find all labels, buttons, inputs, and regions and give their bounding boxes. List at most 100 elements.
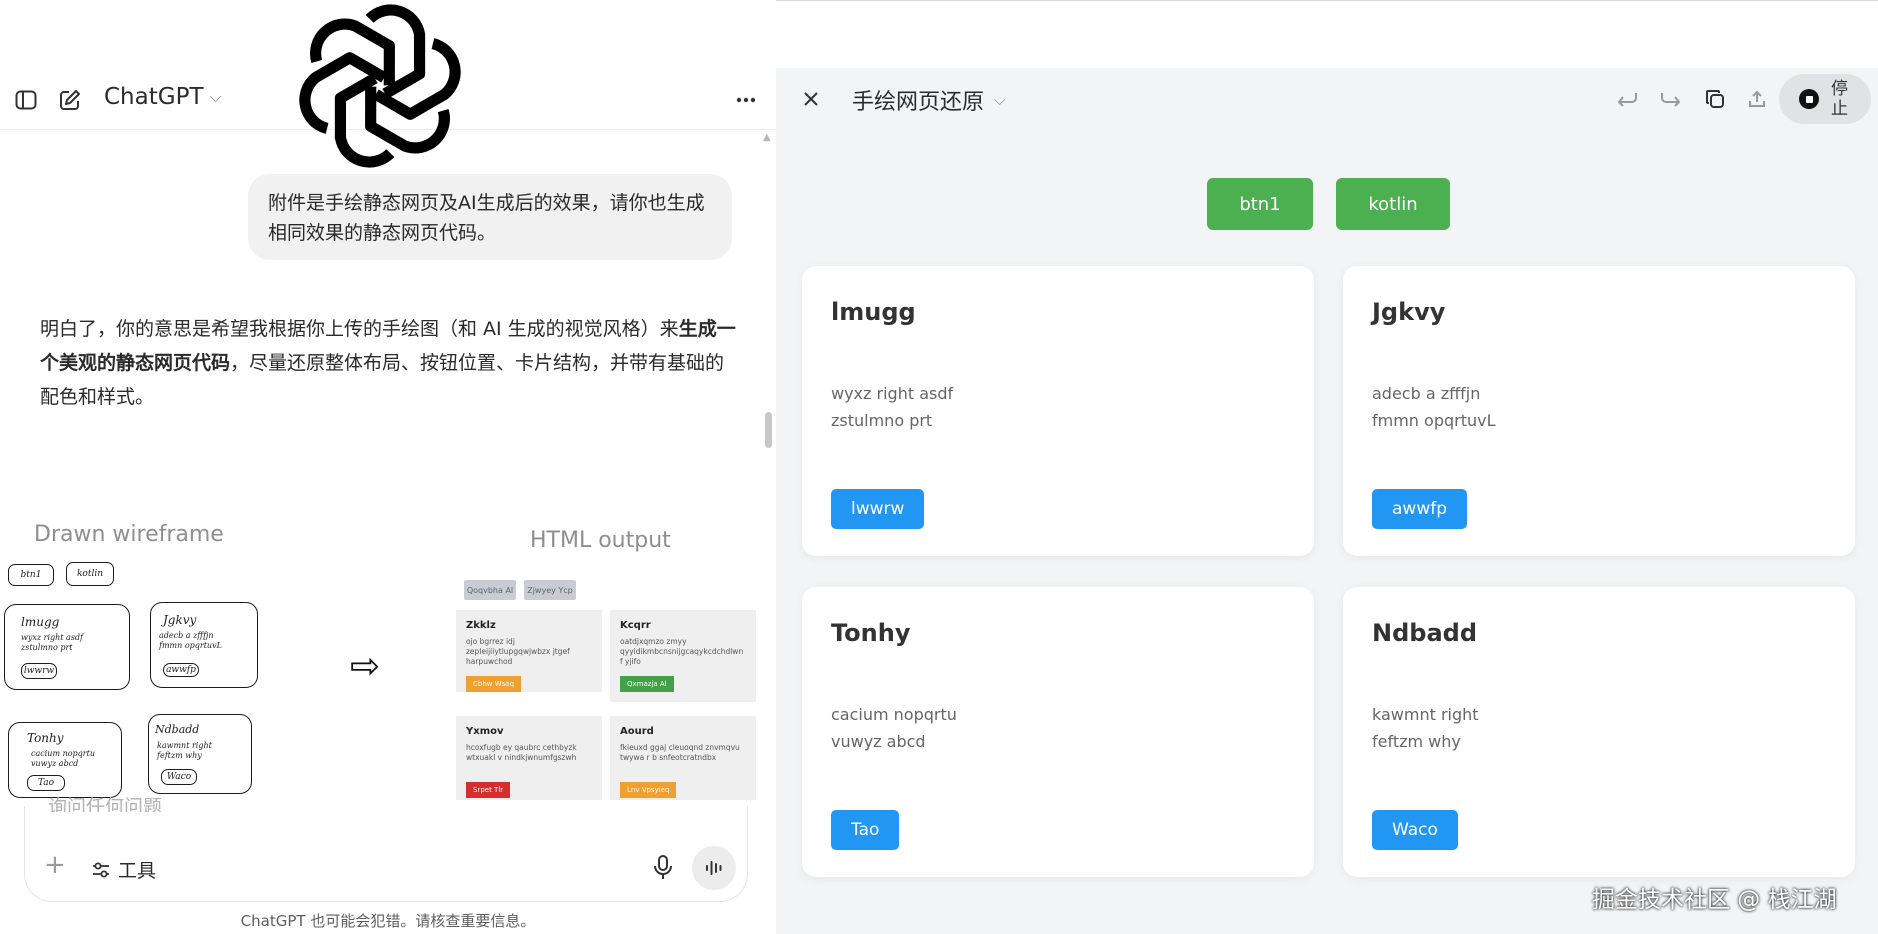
scroll-up-arrow-icon[interactable]: ▲ xyxy=(763,132,771,143)
openai-logo-icon xyxy=(286,0,474,172)
drawn-wireframe-label: Drawn wireframe xyxy=(34,522,224,547)
card-title: Jgkvy xyxy=(1372,298,1446,326)
undo-icon[interactable] xyxy=(1612,84,1642,114)
card-text: zstulmno prt xyxy=(831,411,933,430)
disclaimer-text: ChatGPT 也可能会犯错。请核查重要信息。 xyxy=(240,912,536,930)
sketch-card-line: kawmnt right xyxy=(157,741,212,750)
output-card: Zkklz ojo bgrrez idj zepleijiiytlupgqwjw… xyxy=(456,610,602,692)
sketch-card-title: Jgkvy xyxy=(163,613,197,627)
sketch-card: Jgkvy adecb a zfffjn fmmn opqrtuvL awwfp xyxy=(150,602,258,688)
output-card-body: hcoxfugb ey qaubrc cethbyzk wtxuakl v ni… xyxy=(466,743,577,762)
card-title: lmugg xyxy=(831,298,916,326)
card-button[interactable]: Tao xyxy=(831,810,900,850)
sketch-card-line: fmmn opqrtuvL xyxy=(159,641,222,650)
sketch-card-title: Ndbadd xyxy=(155,723,200,736)
sketch-card-line: wyxz right asdf xyxy=(21,633,84,642)
output-card-title: Aourd xyxy=(620,726,654,737)
stop-label: 停止 xyxy=(1831,79,1848,119)
preview-button-btn1[interactable]: btn1 xyxy=(1207,178,1313,230)
chat-input-box[interactable] xyxy=(24,806,748,902)
user-message-bubble: 附件是手绘静态网页及AI生成后的效果，请你也生成相同效果的静态网页代码。 xyxy=(248,174,732,260)
output-card-button: Lnv Vpsyieq xyxy=(620,782,677,798)
output-card: Kcqrr oatdjxqmzo zmyy qyyidikmbcnsnijgca… xyxy=(610,610,756,702)
share-icon[interactable] xyxy=(1742,84,1772,114)
sketch-button-1: btn1 xyxy=(8,564,54,586)
output-chip: Zjwyey Ycp xyxy=(524,580,576,600)
sketch-card-button: lwwrw xyxy=(21,663,57,679)
card-text: vuwyz abcd xyxy=(831,732,926,751)
canvas-pane: 手绘网页还原 ⌵ 停止 btn1 kotlin lmugg wyxz right… xyxy=(776,68,1878,934)
card-text: fmmn opqrtuvL xyxy=(1372,411,1496,430)
tools-button[interactable]: 工具 xyxy=(92,856,156,883)
output-card-button: Srpet Tlr xyxy=(466,782,511,798)
output-card: Yxmov hcoxfugb ey qaubrc cethbyzk wtxuak… xyxy=(456,716,602,800)
sketch-card-line: zstulmno prt xyxy=(21,643,73,652)
sketch-card-button: awwfp xyxy=(163,663,199,677)
answer-text-1: 明白了，你的意思是希望我根据你上传的手绘图（和 AI 生成的视觉风格）来 xyxy=(40,318,679,340)
preview-card: Jgkvy adecb a zfffjn fmmn opqrtuvL awwfp xyxy=(1343,266,1855,556)
copy-icon[interactable] xyxy=(1700,84,1730,114)
canvas-title-text: 手绘网页还原 xyxy=(852,90,985,115)
output-chip: Qoqvbha Al xyxy=(464,580,516,600)
chat-pane: ChatGPT ⌵ ▲ 附件是手绘静态网页及AI生成后的效果，请你也生成相同效果… xyxy=(0,0,776,934)
sketch-card: Tonhy cacium nopqrtu vuwyz abcd Tao xyxy=(8,722,122,798)
html-output-label: HTML output xyxy=(530,528,671,553)
sketch-card-line: feftzm why xyxy=(157,751,202,760)
watermark-text: 掘金技术社区 @ 栈江湖 xyxy=(1592,887,1837,913)
right-arrow-icon: ⇨ xyxy=(350,646,381,687)
output-card-title: Kcqrr xyxy=(620,620,651,631)
waveform-icon xyxy=(706,861,722,875)
sketch-card-line: vuwyz abcd xyxy=(31,759,79,768)
sketch-card-line: adecb a zfffjn xyxy=(159,631,214,640)
sketch-card-title: Tonhy xyxy=(27,731,64,745)
card-button[interactable]: lwwrw xyxy=(831,489,925,529)
output-card-body: ojo bgrrez idj zepleijiiytlupgqwjwbzx jt… xyxy=(466,637,570,666)
assistant-message: 明白了，你的意思是希望我根据你上传的手绘图（和 AI 生成的视觉风格）来生成一个… xyxy=(40,312,740,414)
sidebar-toggle-icon[interactable] xyxy=(12,86,40,114)
sketch-card-button: Tao xyxy=(27,775,65,791)
app-root: ChatGPT ⌵ ▲ 附件是手绘静态网页及AI生成后的效果，请你也生成相同效果… xyxy=(0,0,1878,934)
canvas-title[interactable]: 手绘网页还原 ⌵ xyxy=(852,84,1005,116)
card-text: wyxz right asdf xyxy=(831,384,954,403)
preview-button-kotlin[interactable]: kotlin xyxy=(1336,178,1450,230)
chat-input-placeholder[interactable]: 询问任何问题 xyxy=(48,794,162,812)
microphone-icon[interactable] xyxy=(652,854,674,882)
card-title: Tonhy xyxy=(831,619,911,647)
sketch-card-title: lmugg xyxy=(21,615,60,629)
output-card-title: Yxmov xyxy=(466,726,504,737)
tools-label: 工具 xyxy=(118,860,157,882)
scrollbar-thumb[interactable] xyxy=(765,412,772,448)
card-text: adecb a zfffjn xyxy=(1372,384,1481,403)
card-button[interactable]: awwfp xyxy=(1372,489,1468,529)
sketch-card-button: Waco xyxy=(161,769,197,785)
redo-icon[interactable] xyxy=(1656,84,1686,114)
output-card-title: Zkklz xyxy=(466,620,496,631)
chevron-down-icon: ⌵ xyxy=(209,87,222,106)
card-button[interactable]: Waco xyxy=(1372,810,1458,850)
preview-card: Tonhy cacium nopqrtu vuwyz abcd Tao xyxy=(802,587,1314,877)
plus-icon[interactable]: + xyxy=(44,850,66,880)
sketch-button-2: kotlin xyxy=(66,562,114,586)
voice-mode-button[interactable] xyxy=(692,846,736,890)
card-text: kawmnt right xyxy=(1372,705,1479,724)
close-icon[interactable] xyxy=(796,84,826,114)
chevron-down-icon: ⌵ xyxy=(994,91,1006,109)
sketch-card: lmugg wyxz right asdf zstulmno prt lwwrw xyxy=(4,604,130,690)
output-card-body: fkieuxd ggaj cleuoqnd znvmqvu twywa r b … xyxy=(620,743,740,762)
comparison-image: Drawn wireframe HTML output btn1 kotlin … xyxy=(0,516,760,806)
sketch-card-line: cacium nopqrtu xyxy=(31,749,95,758)
output-card-body: oatdjxqmzo zmyy qyyidikmbcnsnijgcaqykcdc… xyxy=(620,637,744,666)
preview-card: lmugg wyxz right asdf zstulmno prt lwwrw xyxy=(802,266,1314,556)
more-options-icon[interactable] xyxy=(730,88,762,112)
stop-icon xyxy=(1799,89,1819,109)
new-chat-icon[interactable] xyxy=(56,86,84,114)
output-card: Aourd fkieuxd ggaj cleuoqnd znvmqvu twyw… xyxy=(610,716,756,800)
model-selector[interactable]: ChatGPT ⌵ xyxy=(104,84,222,110)
card-text: cacium nopqrtu xyxy=(831,705,957,724)
output-card-button: Qxmazja Al xyxy=(620,676,674,692)
sketch-card: Ndbadd kawmnt right feftzm why Waco xyxy=(148,714,252,794)
card-text: feftzm why xyxy=(1372,732,1461,751)
stop-button[interactable]: 停止 xyxy=(1779,74,1871,124)
card-title: Ndbadd xyxy=(1372,619,1477,647)
model-name: ChatGPT xyxy=(104,84,204,110)
